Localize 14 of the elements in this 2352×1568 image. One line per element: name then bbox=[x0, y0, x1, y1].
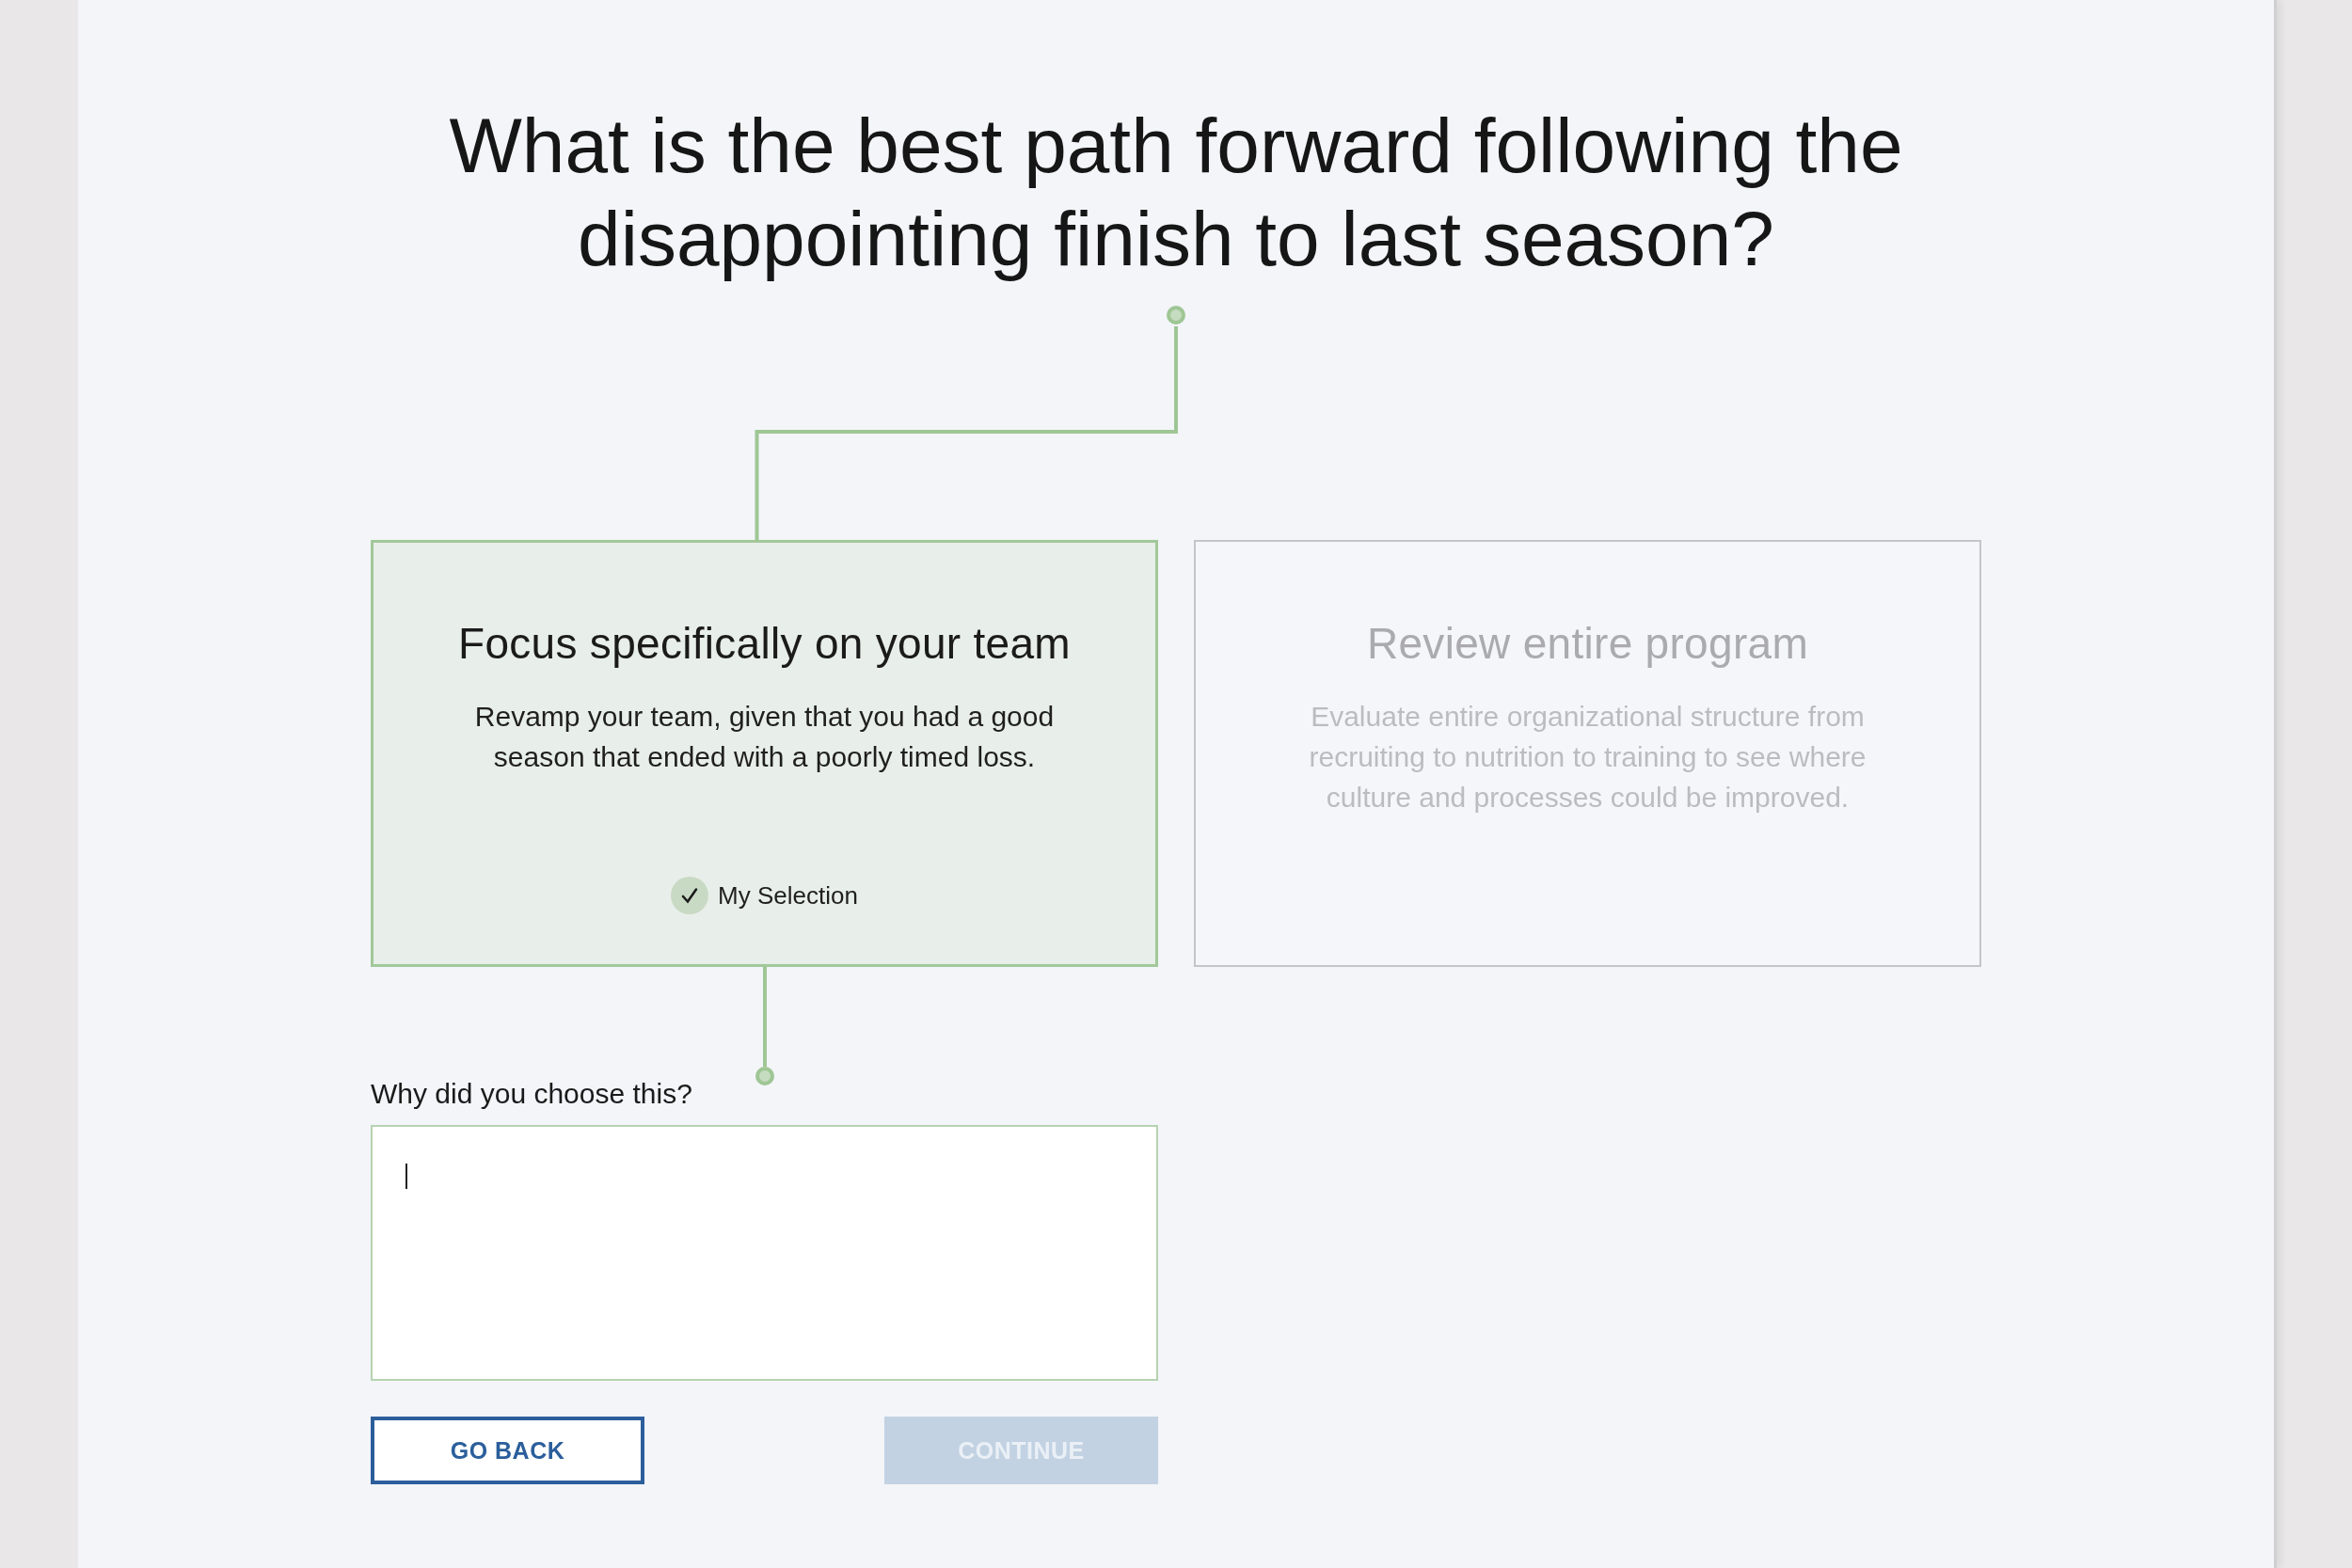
connector-dot-icon bbox=[1167, 306, 1185, 325]
selection-label: My Selection bbox=[718, 880, 858, 911]
text-cursor-icon bbox=[405, 1164, 407, 1189]
answer-field[interactable] bbox=[371, 1125, 1158, 1381]
check-icon bbox=[671, 877, 709, 914]
option-description: Revamp your team, given that you had a good season that ended with a poorly timed loss. bbox=[473, 700, 1056, 774]
connector-dot-icon bbox=[755, 1067, 774, 1085]
question-title: What is the best path forward following the disappointing finish to last season? bbox=[448, 102, 1904, 283]
back-button[interactable]: GO BACK bbox=[371, 1417, 644, 1484]
option-card[interactable]: Focus specifically on your team Revamp your team, given that you had a good season that ended with a poorly timed loss. My Selection bbox=[371, 540, 1158, 967]
question-label: Why did you choose this? bbox=[371, 1077, 692, 1111]
option-title: Review entire program bbox=[1366, 620, 1808, 667]
option-title: Focus specifically on your team bbox=[458, 620, 1071, 667]
option-description: Evaluate entire organizational structure from recruiting to nutrition to training to see where culture and processes could be improved. bbox=[1308, 700, 1867, 815]
